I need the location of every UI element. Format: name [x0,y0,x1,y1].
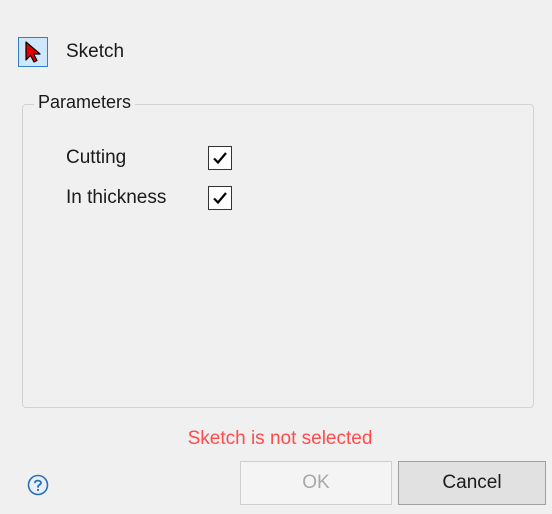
cutting-checkbox[interactable] [208,146,232,170]
checkmark-icon [213,192,227,205]
in-thickness-label: In thickness [66,187,167,208]
ok-button[interactable]: OK [240,461,392,505]
question-mark-icon[interactable] [27,474,49,496]
sketch-selector-label: Sketch [66,41,125,62]
parameters-group-title: Parameters [34,92,136,113]
in-thickness-row: In thickness [66,184,166,212]
sketch-selector-row: Sketch [18,35,124,69]
cancel-button[interactable]: Cancel [398,461,546,505]
cutting-row: Cutting [66,144,126,172]
sketch-dialog: Sketch Parameters Cutting In thickness S… [0,0,552,514]
checkmark-icon [213,152,227,165]
red-arrow-cursor-icon [25,41,41,63]
cutting-label: Cutting [66,147,127,168]
sketch-pick-button[interactable] [18,37,48,67]
in-thickness-checkbox[interactable] [208,186,232,210]
status-message: Sketch is not selected [187,428,373,449]
